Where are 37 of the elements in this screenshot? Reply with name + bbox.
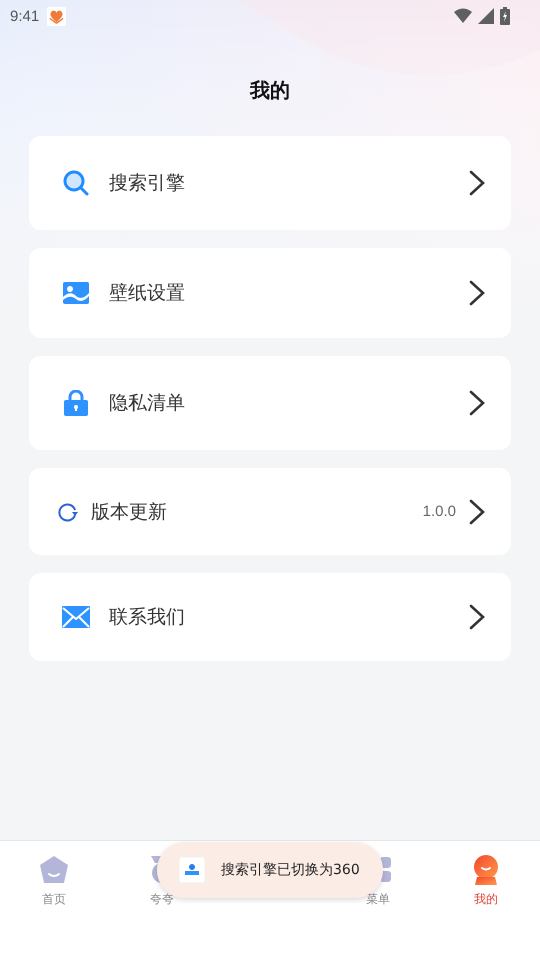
mail-icon xyxy=(62,606,90,628)
menu-label: 版本更新 xyxy=(91,500,167,524)
image-icon xyxy=(63,282,89,304)
page-title: 我的 xyxy=(250,77,290,104)
version-text: 1.0.0 xyxy=(422,503,456,520)
chevron-right-icon xyxy=(469,604,485,630)
tab-label: 首页 xyxy=(42,891,66,908)
tab-label: 夸夸 xyxy=(150,891,174,908)
search-icon xyxy=(63,170,89,196)
menu-label: 搜索引擎 xyxy=(109,171,185,196)
menu-item[interactable]: 壁纸设置 xyxy=(29,248,511,338)
menu-label: 壁纸设置 xyxy=(109,281,185,306)
signal-icon xyxy=(478,8,494,24)
menu-item[interactable]: 搜索引擎 xyxy=(29,136,511,230)
tab-label: 我的 xyxy=(474,891,498,908)
chevron-right-icon xyxy=(469,280,485,306)
lock-icon xyxy=(64,390,88,416)
menu-label: 隐私清单 xyxy=(109,391,185,416)
toast-message: 搜索引擎已切换为360 xyxy=(221,861,360,879)
app-icon xyxy=(179,857,205,883)
app-notification-icon xyxy=(47,6,66,26)
tab[interactable]: 首页 xyxy=(0,855,108,908)
chevron-right-icon xyxy=(469,390,485,416)
menu-item[interactable]: 版本更新 1.0.0 xyxy=(29,468,511,555)
menu-item[interactable]: 联系我们 xyxy=(29,573,511,661)
battery-icon xyxy=(500,7,510,25)
tab-label: 菜单 xyxy=(366,891,390,908)
status-time: 9:41 xyxy=(10,8,40,24)
menu-label: 联系我们 xyxy=(109,605,185,630)
refresh-icon xyxy=(58,502,78,522)
chevron-right-icon xyxy=(469,498,485,524)
menu-item[interactable]: 隐私清单 xyxy=(29,356,511,450)
wifi-icon xyxy=(454,8,472,24)
home-icon xyxy=(39,855,69,885)
profile-icon xyxy=(471,855,501,885)
tab[interactable]: 我的 xyxy=(432,855,540,908)
chevron-right-icon xyxy=(469,170,485,196)
